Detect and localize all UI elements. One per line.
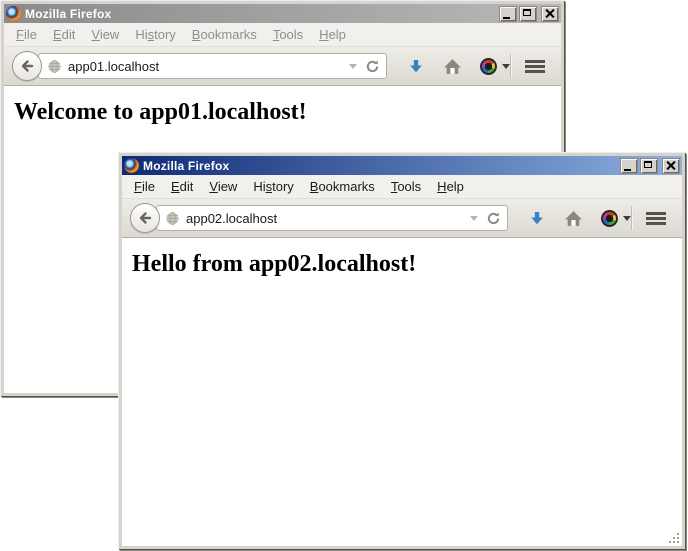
desktop: Mozilla Firefox File Edit View History B… (0, 0, 688, 551)
extension-button[interactable] (480, 58, 510, 75)
download-arrow-icon (528, 210, 546, 227)
menu-view[interactable]: View (201, 177, 245, 196)
menu-tools[interactable]: Tools (383, 177, 429, 196)
minimize-icon (503, 17, 510, 19)
menu-edit[interactable]: Edit (45, 25, 83, 44)
globe-icon (47, 59, 62, 74)
toolbar-separator (510, 54, 511, 78)
home-icon (564, 210, 583, 227)
back-arrow-icon (137, 210, 153, 226)
window-controls (618, 158, 680, 174)
downloads-button[interactable] (528, 210, 546, 227)
minimize-icon (624, 169, 631, 171)
reload-button[interactable] (365, 59, 380, 74)
url-dropdown-icon[interactable] (470, 216, 478, 221)
page-content: Hello from app02.localhost! (122, 238, 682, 546)
toolbar-separator (631, 206, 632, 230)
chevron-down-icon (623, 216, 631, 221)
maximize-button[interactable] (519, 6, 537, 22)
url-text: app02.localhost (186, 211, 466, 226)
close-icon (544, 8, 555, 19)
reload-button[interactable] (486, 211, 501, 226)
page-heading: Hello from app02.localhost! (132, 251, 682, 278)
menu-history[interactable]: History (245, 177, 301, 196)
menu-file[interactable]: File (8, 25, 45, 44)
menu-view[interactable]: View (83, 25, 127, 44)
titlebar[interactable]: Mozilla Firefox (4, 4, 561, 23)
nav-toolbar: app02.localhost (122, 199, 682, 238)
download-arrow-icon (407, 58, 425, 75)
window-title: Mozilla Firefox (143, 159, 618, 173)
home-icon (443, 58, 462, 75)
maximize-icon (523, 9, 531, 16)
firefox-icon (6, 6, 21, 21)
minimize-button[interactable] (499, 6, 517, 22)
home-button[interactable] (443, 58, 462, 75)
menu-hamburger-button[interactable] (646, 212, 666, 225)
page-heading: Welcome to app01.localhost! (14, 99, 561, 126)
home-button[interactable] (564, 210, 583, 227)
chevron-down-icon (502, 64, 510, 69)
menu-help[interactable]: Help (311, 25, 354, 44)
globe-icon (165, 211, 180, 226)
titlebar[interactable]: Mozilla Firefox (122, 156, 682, 175)
url-text: app01.localhost (68, 59, 345, 74)
menubar: File Edit View History Bookmarks Tools H… (4, 23, 561, 47)
maximize-button[interactable] (640, 158, 658, 174)
menu-bookmarks[interactable]: Bookmarks (184, 25, 265, 44)
menu-history[interactable]: History (127, 25, 183, 44)
window-controls (497, 6, 559, 22)
url-bar[interactable]: app02.localhost (156, 205, 508, 231)
close-button[interactable] (662, 158, 680, 174)
menu-hamburger-button[interactable] (525, 60, 545, 73)
back-button[interactable] (130, 203, 160, 233)
minimize-button[interactable] (620, 158, 638, 174)
menubar: File Edit View History Bookmarks Tools H… (122, 175, 682, 199)
url-bar[interactable]: app01.localhost (38, 53, 387, 79)
firefox-window-app02: Mozilla Firefox File Edit View History B… (118, 152, 685, 549)
resize-grip[interactable] (668, 532, 680, 544)
menu-help[interactable]: Help (429, 177, 472, 196)
back-arrow-icon (19, 58, 35, 74)
firefox-icon (124, 158, 139, 173)
menu-tools[interactable]: Tools (265, 25, 311, 44)
url-dropdown-icon[interactable] (349, 64, 357, 69)
menu-file[interactable]: File (126, 177, 163, 196)
close-button[interactable] (541, 6, 559, 22)
window-title: Mozilla Firefox (25, 7, 497, 21)
reload-icon (486, 211, 501, 226)
menu-edit[interactable]: Edit (163, 177, 201, 196)
extension-button[interactable] (601, 210, 631, 227)
back-button[interactable] (12, 51, 42, 81)
reload-icon (365, 59, 380, 74)
close-icon (665, 160, 676, 171)
nav-toolbar: app01.localhost (4, 47, 561, 86)
extension-icon (480, 58, 497, 75)
menu-bookmarks[interactable]: Bookmarks (302, 177, 383, 196)
extension-icon (601, 210, 618, 227)
downloads-button[interactable] (407, 58, 425, 75)
maximize-icon (644, 161, 652, 168)
